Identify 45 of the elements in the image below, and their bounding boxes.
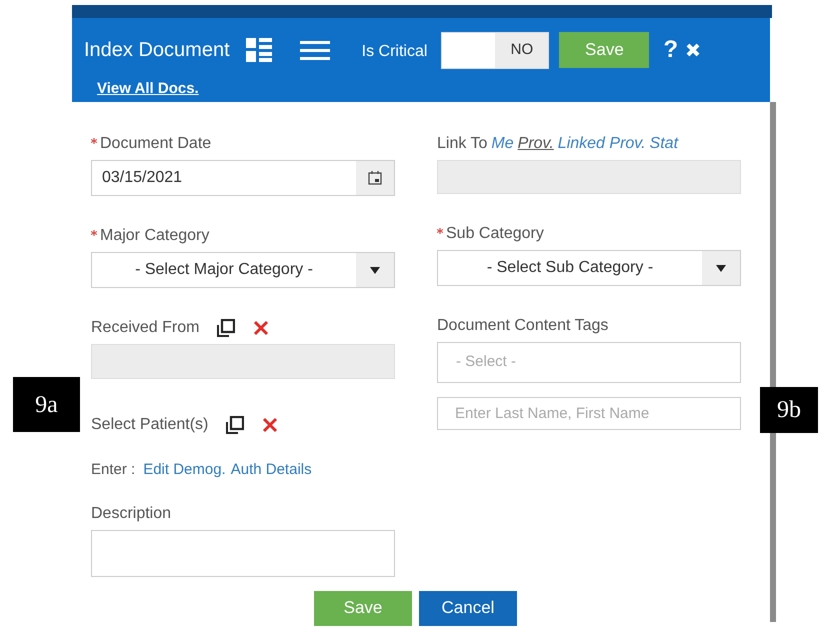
link-to-option[interactable]: Me bbox=[491, 132, 514, 156]
cancel-button[interactable]: Cancel bbox=[419, 590, 517, 626]
enter-label: Enter : bbox=[91, 460, 136, 480]
menu-icon bbox=[300, 40, 330, 60]
clear-icon bbox=[253, 320, 270, 336]
received-from-field[interactable] bbox=[91, 344, 395, 379]
dialog-title: Index Document bbox=[84, 38, 230, 63]
link[interactable]: Edit Demog. bbox=[143, 459, 226, 482]
save-button[interactable]: Save bbox=[559, 32, 650, 68]
callout-label: 9b bbox=[760, 387, 818, 433]
caret-icon bbox=[716, 264, 726, 272]
callout-label: 9a bbox=[13, 377, 80, 432]
copy-icon bbox=[226, 416, 244, 434]
link-to-option[interactable]: Stat bbox=[650, 132, 678, 156]
field-label: Link To bbox=[437, 134, 488, 154]
date-field[interactable]: 03/15/2021 bbox=[91, 160, 395, 196]
required-asterisk-icon bbox=[91, 138, 97, 144]
description-field[interactable] bbox=[91, 530, 395, 576]
field-label: Document Date bbox=[100, 134, 212, 154]
is-critical-label: Is Critical bbox=[362, 42, 428, 62]
grid-list-icon bbox=[246, 38, 272, 62]
help-button[interactable]: ? bbox=[663, 32, 678, 68]
link[interactable]: Auth Details bbox=[230, 459, 312, 482]
link-to-option[interactable]: Linked Prov. bbox=[558, 132, 646, 156]
field-label: Description bbox=[91, 504, 172, 524]
required-asterisk-icon bbox=[437, 228, 443, 234]
field-label: Sub Category bbox=[446, 224, 544, 244]
close-icon bbox=[686, 43, 700, 57]
category-dropdown[interactable]: - Select Sub Category - bbox=[437, 250, 741, 286]
field-label: Major Category bbox=[100, 226, 210, 246]
view-all-docs-link[interactable]: View All Docs. bbox=[97, 78, 199, 100]
link-to-field[interactable] bbox=[437, 160, 741, 194]
link-to-option[interactable]: Prov. bbox=[518, 132, 554, 156]
copy-icon bbox=[217, 319, 236, 337]
calendar-icon bbox=[368, 171, 382, 185]
clear-icon bbox=[262, 417, 278, 433]
required-asterisk-icon bbox=[91, 230, 97, 236]
field-label: Select Patient(s) bbox=[91, 415, 208, 435]
critical-toggle[interactable]: NO bbox=[441, 32, 550, 68]
save-button[interactable]: Save bbox=[314, 590, 412, 626]
caret-icon bbox=[370, 266, 380, 274]
name-search-field[interactable]: Enter Last Name, First Name bbox=[437, 397, 741, 430]
field-label: Document Content Tags bbox=[437, 316, 608, 336]
category-dropdown[interactable]: - Select Major Category - bbox=[91, 252, 395, 288]
field-label: Received From bbox=[91, 318, 200, 338]
